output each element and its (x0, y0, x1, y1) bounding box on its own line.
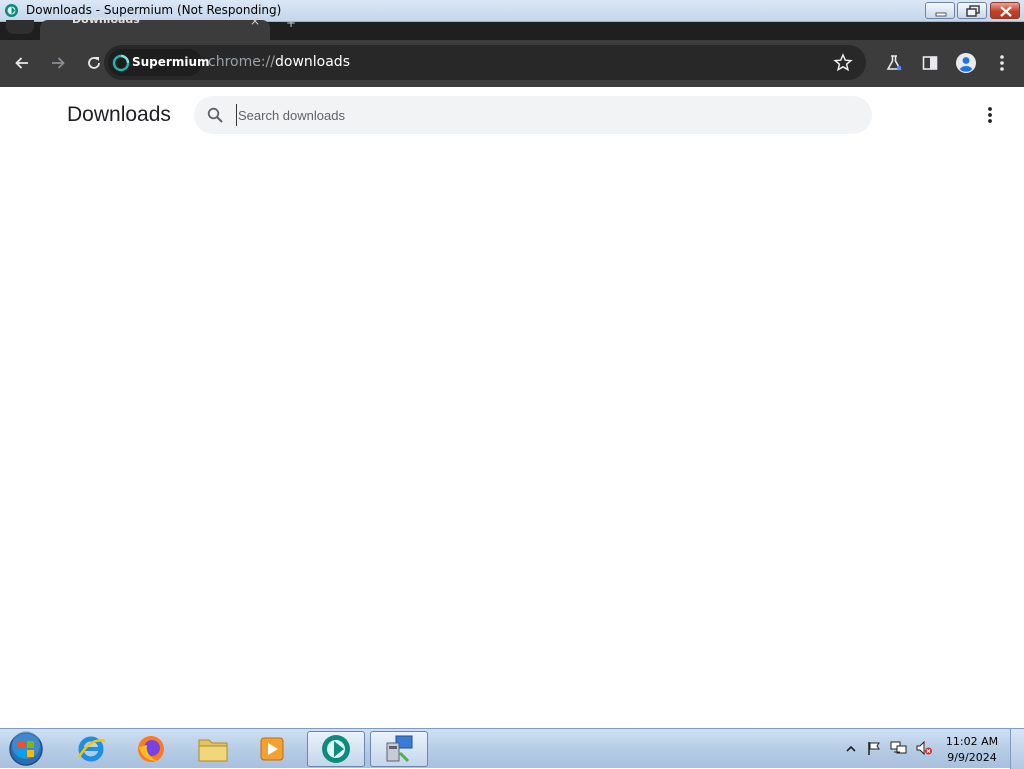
window-title-bar[interactable]: Downloads - Supermium (Not Responding) (0, 0, 1024, 22)
taskbar-file-explorer[interactable] (184, 731, 242, 767)
taskbar-supermium[interactable] (307, 731, 365, 767)
reload-button[interactable] (83, 52, 105, 74)
url-path: downloads (275, 54, 350, 70)
minimize-icon (935, 12, 947, 17)
tab-close-icon[interactable]: × (250, 14, 260, 28)
browser-menu-button[interactable] (991, 52, 1013, 74)
forward-arrow-icon (52, 57, 65, 69)
chip-label: Supermium (132, 55, 210, 69)
back-button[interactable] (11, 52, 33, 74)
media-player-icon (260, 737, 284, 761)
tab-downloads[interactable]: Downloads × (40, 13, 270, 40)
supermium-taskbar-icon (322, 735, 350, 763)
forward-button[interactable] (47, 52, 69, 74)
window-title: Downloads - Supermium (Not Responding) (26, 3, 282, 17)
search-icon (207, 107, 223, 123)
profile-button[interactable] (955, 52, 977, 74)
network-icon[interactable] (890, 740, 908, 756)
tab-title: Downloads (72, 13, 140, 26)
windows-taskbar: 11:02 AM 9/9/2024 (0, 728, 1024, 769)
internet-explorer-icon (77, 736, 106, 762)
system-clock[interactable]: 11:02 AM 9/9/2024 (942, 734, 1002, 766)
tab-search-button[interactable] (6, 20, 34, 34)
reload-icon (88, 57, 100, 69)
taskbar-firefox[interactable] (122, 731, 180, 767)
back-arrow-icon (15, 57, 28, 69)
side-panel-icon (922, 56, 938, 70)
address-bar[interactable]: Supermium chrome://downloads (104, 45, 866, 80)
new-tab-button[interactable]: + (286, 16, 296, 30)
site-info-chip[interactable]: Supermium (108, 49, 210, 76)
firefox-icon (138, 736, 164, 762)
side-panel-button[interactable] (919, 52, 941, 74)
bookmark-star-icon[interactable] (832, 52, 854, 74)
close-button[interactable] (990, 2, 1020, 19)
minimize-button[interactable] (925, 2, 955, 19)
browser-toolbar: Supermium chrome://downloads (0, 40, 1024, 87)
downloads-search-box[interactable] (194, 96, 872, 134)
url-text[interactable]: chrome://downloads (208, 54, 350, 70)
restore-button[interactable] (957, 2, 987, 19)
supermium-logo-icon (4, 3, 19, 18)
taskbar-control-panel[interactable] (370, 731, 428, 767)
taskbar-internet-explorer[interactable] (62, 731, 120, 767)
show-desktop-button[interactable] (1010, 729, 1024, 769)
show-hidden-icons-icon[interactable] (846, 744, 856, 754)
restore-icon (966, 5, 980, 17)
flask-icon (886, 55, 902, 71)
action-center-flag-icon[interactable] (866, 740, 882, 756)
start-orb-icon[interactable] (6, 731, 46, 767)
taskbar-media-player[interactable] (243, 731, 301, 767)
profile-avatar-icon (956, 53, 976, 73)
kebab-menu-icon (1000, 55, 1004, 71)
page-title: Downloads (67, 103, 171, 126)
downloads-more-actions-icon[interactable] (980, 104, 1000, 126)
tab-strip: Downloads × + (0, 13, 1024, 40)
url-scheme: chrome:// (208, 54, 275, 70)
clock-date: 9/9/2024 (947, 751, 997, 764)
clock-time: 11:02 AM (945, 735, 999, 748)
folder-icon (198, 739, 228, 762)
close-icon (1000, 6, 1012, 17)
supermium-chip-icon (112, 54, 130, 72)
experiments-button[interactable] (883, 52, 905, 74)
computer-settings-icon (386, 735, 413, 763)
search-downloads-input[interactable] (236, 104, 836, 126)
volume-muted-icon[interactable] (915, 740, 933, 756)
